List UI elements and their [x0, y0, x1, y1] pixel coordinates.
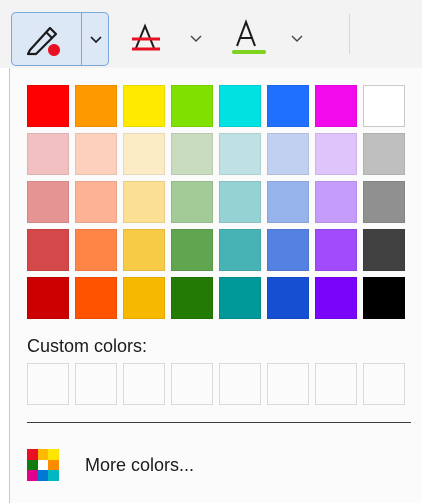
- strikethrough-dropdown-button[interactable]: [186, 28, 206, 48]
- custom-color-slot[interactable]: [219, 363, 261, 405]
- strikethrough-color-icon: [132, 23, 160, 51]
- color-swatch[interactable]: [363, 133, 405, 175]
- custom-color-slot[interactable]: [363, 363, 405, 405]
- color-swatch[interactable]: [27, 277, 69, 319]
- color-swatch[interactable]: [267, 85, 309, 127]
- palette-icon-cell: [27, 449, 38, 460]
- color-swatch[interactable]: [267, 277, 309, 319]
- custom-color-slot[interactable]: [123, 363, 165, 405]
- palette-icon-cell: [48, 459, 59, 471]
- highlighter-icon: [26, 26, 60, 56]
- color-swatch[interactable]: [171, 181, 213, 223]
- palette-icon-cell: [48, 449, 59, 460]
- chevron-down-icon: [190, 35, 202, 42]
- color-swatch[interactable]: [75, 85, 117, 127]
- toolbar-separator: [349, 14, 350, 54]
- color-swatch[interactable]: [27, 85, 69, 127]
- color-swatch[interactable]: [219, 85, 261, 127]
- color-swatch[interactable]: [315, 229, 357, 271]
- highlighter-dropdown-button[interactable]: [82, 13, 109, 65]
- color-swatch[interactable]: [75, 229, 117, 271]
- color-swatch[interactable]: [75, 277, 117, 319]
- color-swatch[interactable]: [123, 85, 165, 127]
- color-swatch[interactable]: [219, 181, 261, 223]
- color-swatch[interactable]: [267, 229, 309, 271]
- palette-icon-cell: [27, 459, 38, 471]
- custom-colors-grid: [27, 363, 405, 405]
- custom-colors-label: Custom colors:: [27, 336, 148, 356]
- color-palette-icon: [27, 449, 59, 481]
- custom-color-slot[interactable]: [27, 363, 69, 405]
- color-swatch[interactable]: [75, 181, 117, 223]
- ink-toolbar: [0, 0, 422, 68]
- color-swatch[interactable]: [363, 181, 405, 223]
- color-swatch[interactable]: [123, 133, 165, 175]
- color-swatch[interactable]: [315, 85, 357, 127]
- color-picker-dropdown: Custom colors: More colors...: [9, 68, 422, 503]
- font-color-dropdown-button[interactable]: [287, 28, 307, 48]
- palette-icon-cell: [48, 470, 59, 481]
- color-swatch[interactable]: [315, 133, 357, 175]
- color-swatch[interactable]: [27, 133, 69, 175]
- strikethrough-color-button[interactable]: [124, 18, 170, 58]
- custom-color-slot[interactable]: [75, 363, 117, 405]
- custom-color-slot[interactable]: [315, 363, 357, 405]
- font-color-button[interactable]: [226, 16, 272, 58]
- color-swatch[interactable]: [123, 229, 165, 271]
- color-swatch[interactable]: [267, 181, 309, 223]
- color-swatch[interactable]: [171, 277, 213, 319]
- color-swatch[interactable]: [171, 85, 213, 127]
- color-swatch[interactable]: [315, 181, 357, 223]
- color-swatch[interactable]: [171, 229, 213, 271]
- chevron-down-icon: [90, 36, 102, 44]
- color-swatch[interactable]: [363, 277, 405, 319]
- color-swatch[interactable]: [219, 277, 261, 319]
- palette-icon-cell: [37, 449, 49, 460]
- color-swatch[interactable]: [363, 229, 405, 271]
- color-swatch[interactable]: [27, 229, 69, 271]
- color-swatch[interactable]: [75, 133, 117, 175]
- color-swatch[interactable]: [171, 133, 213, 175]
- color-swatch[interactable]: [363, 85, 405, 127]
- font-color-icon: [232, 19, 266, 54]
- color-swatch[interactable]: [219, 133, 261, 175]
- menu-divider: [27, 422, 411, 423]
- highlighter-split-button: [11, 12, 109, 66]
- custom-color-slot[interactable]: [267, 363, 309, 405]
- more-colors-label: More colors...: [85, 454, 195, 475]
- color-swatch[interactable]: [267, 133, 309, 175]
- highlighter-button[interactable]: [12, 13, 81, 65]
- custom-color-slot[interactable]: [171, 363, 213, 405]
- more-colors-button[interactable]: More colors...: [27, 446, 411, 484]
- palette-icon-cell: [27, 470, 38, 481]
- palette-icon-cell: [37, 459, 49, 471]
- color-swatch[interactable]: [123, 277, 165, 319]
- palette-icon-cell: [37, 470, 49, 481]
- color-swatch-grid: [27, 85, 405, 319]
- color-swatch[interactable]: [219, 229, 261, 271]
- color-swatch[interactable]: [315, 277, 357, 319]
- chevron-down-icon: [291, 35, 303, 42]
- color-swatch[interactable]: [27, 181, 69, 223]
- color-swatch[interactable]: [123, 181, 165, 223]
